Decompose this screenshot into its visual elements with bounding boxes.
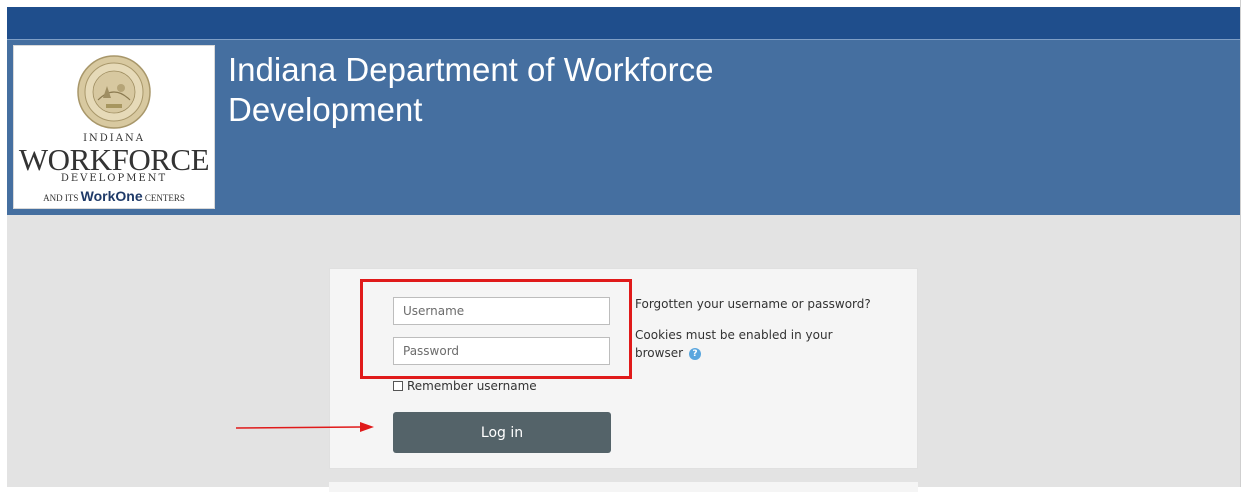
logo-development-text: DEVELOPMENT bbox=[60, 173, 168, 184]
logo-one: One bbox=[115, 188, 143, 204]
logo-work: Work bbox=[80, 188, 116, 204]
cookies-text: Cookies must be enabled in your browser bbox=[635, 328, 833, 360]
header-divider bbox=[7, 39, 1240, 40]
logo-workone-text: AND ITS WorkOne CENTERS bbox=[14, 188, 214, 204]
secondary-card bbox=[329, 482, 918, 492]
forgot-credentials-link[interactable]: Forgotten your username or password? bbox=[635, 297, 871, 311]
question-help-icon[interactable]: ? bbox=[689, 347, 702, 360]
credentials-highlight-box bbox=[360, 279, 632, 379]
logo-centers: CENTERS bbox=[142, 193, 185, 203]
scrollbar-edge bbox=[1240, 0, 1241, 487]
login-button[interactable]: Log in bbox=[393, 412, 611, 453]
site-logo[interactable]: INDIANA WORKFORCE DEVELOPMENT AND ITS Wo… bbox=[13, 45, 215, 209]
remember-label: Remember username bbox=[407, 379, 537, 393]
logo-prefix: AND ITS bbox=[43, 193, 81, 203]
site-title: Indiana Department of Workforce Developm… bbox=[228, 51, 714, 128]
cookies-notice: Cookies must be enabled in your browser? bbox=[635, 326, 845, 362]
remember-checkbox[interactable] bbox=[393, 381, 403, 391]
top-bar bbox=[7, 7, 1240, 39]
annotation-arrow-icon bbox=[236, 422, 374, 432]
indiana-state-seal-icon bbox=[77, 55, 151, 129]
remember-username[interactable]: Remember username bbox=[393, 379, 537, 393]
